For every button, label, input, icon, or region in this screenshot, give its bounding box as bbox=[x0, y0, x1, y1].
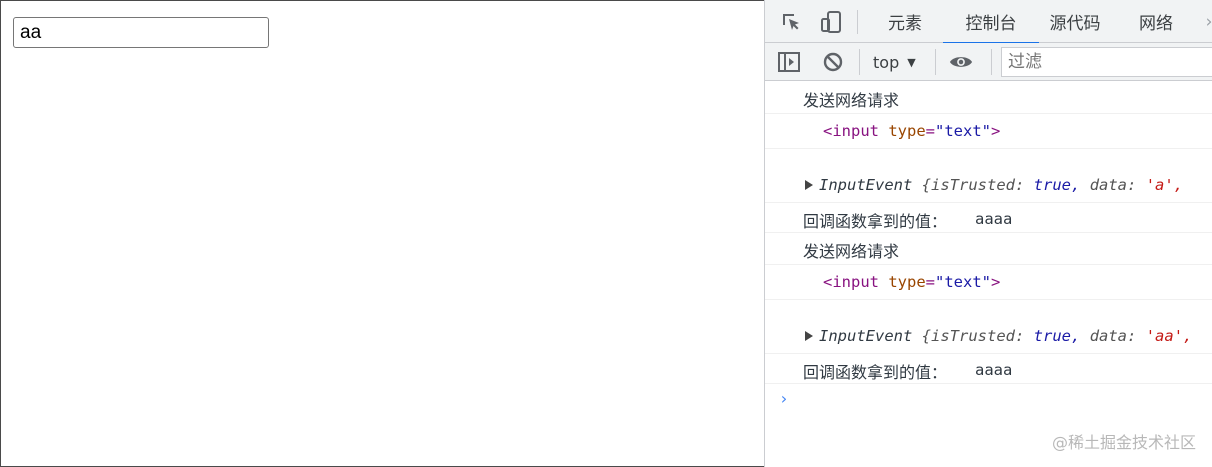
devtools-tab-bar: 元素 控制台 源代码 网络 › bbox=[765, 0, 1212, 44]
toolbar-separator bbox=[991, 49, 992, 75]
log-text: 回调函数拿到的值： bbox=[803, 212, 948, 231]
element-attr-name: type bbox=[888, 122, 926, 140]
element-tag-open: <input bbox=[823, 273, 879, 291]
console-log-row: 回调函数拿到的值： aaaa bbox=[765, 354, 1212, 384]
console-event-row[interactable]: InputEvent {isTrusted: true, data: 'aa', bbox=[765, 300, 1212, 354]
event-data-value: 'aa', bbox=[1145, 327, 1193, 345]
console-prompt-chevron-icon[interactable]: › bbox=[779, 389, 789, 408]
event-data-value: 'a', bbox=[1145, 176, 1184, 194]
expand-triangle-icon[interactable] bbox=[805, 331, 813, 341]
event-prop-key: {isTrusted: bbox=[921, 176, 1025, 194]
toolbar-separator bbox=[859, 49, 860, 75]
text-input[interactable] bbox=[13, 17, 269, 48]
event-prop-key: {isTrusted: bbox=[921, 327, 1025, 345]
event-type: InputEvent bbox=[819, 327, 913, 345]
page-viewport bbox=[0, 0, 764, 467]
log-text: 发送网络请求 bbox=[803, 91, 900, 110]
more-tabs-icon[interactable]: › bbox=[1199, 0, 1212, 43]
devtools-panel: 元素 控制台 源代码 网络 › top ▼ 发送网络请求 <in bbox=[764, 0, 1212, 467]
event-data-key: data: bbox=[1089, 176, 1137, 194]
event-type: InputEvent bbox=[819, 176, 913, 194]
console-element-row[interactable]: <input type="text"> bbox=[765, 114, 1212, 149]
element-attr-value: "text" bbox=[935, 122, 992, 140]
toolbar-separator bbox=[935, 49, 936, 75]
tab-network[interactable]: 网络 bbox=[1135, 0, 1177, 43]
filter-input[interactable] bbox=[1001, 47, 1212, 77]
console-element-row[interactable]: <input type="text"> bbox=[765, 265, 1212, 300]
element-tag-close: > bbox=[991, 122, 1001, 140]
log-value: aaaa bbox=[975, 210, 1013, 228]
tab-console[interactable]: 控制台 bbox=[943, 0, 1039, 44]
console-toolbar: top ▼ bbox=[765, 43, 1212, 81]
console-log-row: 发送网络请求 bbox=[765, 82, 1212, 114]
caret-down-icon: ▼ bbox=[907, 55, 916, 69]
tab-sources[interactable]: 源代码 bbox=[1045, 0, 1105, 43]
tabbar-separator bbox=[857, 10, 858, 34]
context-selector[interactable]: top ▼ bbox=[873, 50, 916, 74]
inspect-element-icon[interactable] bbox=[779, 10, 803, 34]
log-value: aaaa bbox=[975, 361, 1013, 379]
live-expression-eye-icon[interactable] bbox=[949, 50, 973, 74]
clear-console-icon[interactable] bbox=[821, 50, 845, 74]
sidebar-toggle-icon[interactable] bbox=[777, 50, 801, 74]
element-attr-name: type bbox=[888, 273, 926, 291]
tab-elements[interactable]: 元素 bbox=[875, 0, 935, 43]
event-data-key: data: bbox=[1089, 327, 1137, 345]
device-toolbar-icon[interactable] bbox=[819, 10, 843, 34]
console-log-row: 回调函数拿到的值： aaaa bbox=[765, 203, 1212, 233]
watermark-text: @稀土掘金技术社区 bbox=[1051, 433, 1196, 452]
console-log-row: 发送网络请求 bbox=[765, 233, 1212, 265]
element-tag-close: > bbox=[991, 273, 1001, 291]
log-text: 发送网络请求 bbox=[803, 242, 900, 261]
element-attr-eq: = bbox=[925, 122, 936, 140]
event-prop-value: true, bbox=[1033, 176, 1081, 194]
event-prop-value: true, bbox=[1033, 327, 1081, 345]
expand-triangle-icon[interactable] bbox=[805, 180, 813, 190]
element-attr-value: "text" bbox=[935, 273, 992, 291]
context-label: top bbox=[873, 52, 900, 72]
log-text: 回调函数拿到的值： bbox=[803, 363, 948, 382]
element-attr-eq: = bbox=[925, 273, 936, 291]
console-event-row[interactable]: InputEvent {isTrusted: true, data: 'a', bbox=[765, 149, 1212, 203]
element-tag-open: <input bbox=[823, 122, 879, 140]
